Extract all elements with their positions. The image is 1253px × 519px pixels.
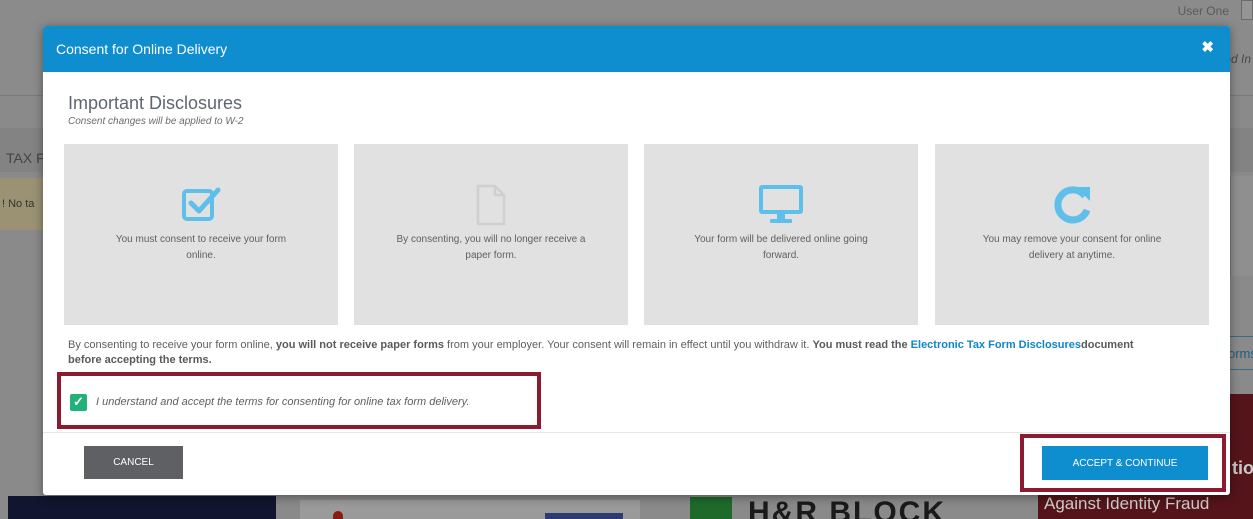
refresh-icon	[935, 184, 1209, 226]
consent-highlight-box	[57, 372, 541, 429]
disclosures-link[interactable]: Electronic Tax Form Disclosures	[911, 339, 1081, 351]
checkbox-icon	[64, 184, 338, 226]
partner-ad-button	[545, 513, 623, 519]
terms-text: By consenting to receive your form onlin…	[68, 339, 276, 351]
disclosure-card-remove: You may remove your consent for online d…	[935, 144, 1209, 325]
terms-paragraph: By consenting to receive your form onlin…	[68, 338, 1168, 368]
terms-bold-paper: you will not receive paper forms	[275, 339, 444, 351]
disclosure-card-text: You must consent to receive your form on…	[115, 234, 287, 261]
hrb-ad-logo	[690, 497, 732, 519]
user-name[interactable]: User One	[1178, 4, 1229, 18]
partner-ad-logo	[333, 511, 343, 519]
disclosure-card-online: Your form will be delivered online going…	[644, 144, 918, 325]
disclosure-card-paper: By consenting, you will no longer receiv…	[354, 144, 628, 325]
user-menu-toggle[interactable]	[1241, 0, 1253, 20]
modal-header: Consent for Online Delivery ✖	[43, 26, 1230, 72]
monitor-icon	[644, 184, 918, 226]
modal-title: Consent for Online Delivery	[56, 41, 228, 57]
footer-divider	[43, 432, 1230, 433]
terms-text: from your employer. Your consent will re…	[444, 339, 813, 351]
identity-fraud-ad-heading: tion	[1232, 458, 1253, 478]
background-right-panel	[1230, 176, 1253, 276]
background-tax-label: TAX F	[6, 150, 45, 166]
navy-ad-banner[interactable]	[8, 496, 276, 519]
cancel-button[interactable]: CANCEL	[84, 446, 183, 479]
disclosure-card-text: You may remove your consent for online d…	[982, 234, 1162, 261]
document-icon	[354, 184, 628, 226]
disclosures-heading: Important Disclosures	[68, 93, 243, 113]
close-icon[interactable]: ✖	[1201, 38, 1214, 56]
disclosure-card-text: Your form will be delivered online going…	[694, 234, 868, 261]
disclosure-card-consent: You must consent to receive your form on…	[64, 144, 338, 325]
disclosure-card-text: By consenting, you will no longer receiv…	[396, 234, 586, 261]
disclosures-subheading: Consent changes will be applied to W-2	[68, 116, 244, 127]
background-forms-button-label: orms	[1228, 346, 1253, 361]
accept-highlight-box	[1020, 434, 1226, 492]
terms-bold-read: You must read the	[812, 339, 911, 351]
hrb-ad-text[interactable]: H&R BLOCK	[748, 498, 946, 519]
identity-fraud-ad-text: Against Identity Fraud	[1044, 494, 1210, 513]
background-warning-text: ! No ta	[2, 198, 35, 210]
